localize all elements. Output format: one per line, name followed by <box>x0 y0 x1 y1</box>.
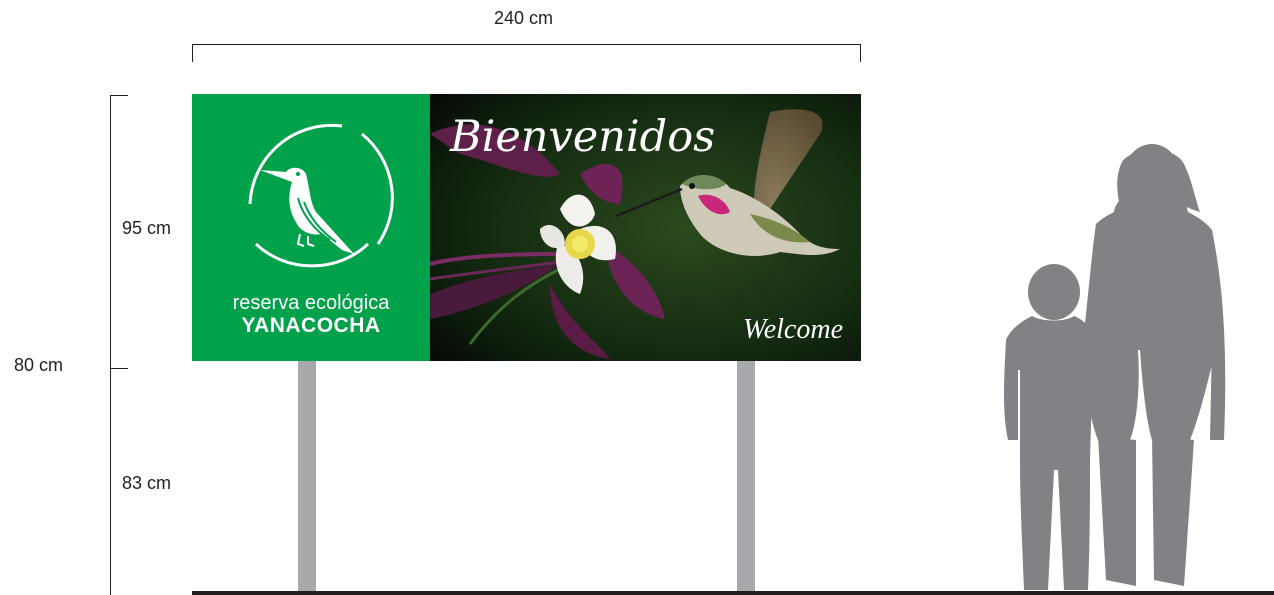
sign-height-dimension-label: 95 cm <box>122 218 172 238</box>
logo-text-line1: reserva ecológica <box>232 292 390 314</box>
sign-board: reserva ecológica YANACOCHA Bienvenidos … <box>192 94 861 361</box>
width-dimension-label: 240 cm <box>494 8 554 28</box>
total-height-dimension-label: 80 cm <box>14 355 64 375</box>
logo-panel: reserva ecológica YANACOCHA <box>192 94 430 361</box>
height-dimension-tick-mid <box>110 368 128 369</box>
logo-text-line2: YANACOCHA <box>241 314 381 337</box>
photo-panel: Bienvenidos Welcome <box>430 94 861 361</box>
left-post <box>298 360 316 592</box>
width-dimension-tick-left <box>192 44 193 62</box>
height-dimension-line <box>110 95 111 595</box>
sign-subtitle: Welcome <box>742 314 843 345</box>
hummingbird-logo-icon <box>248 123 394 268</box>
width-dimension-tick-right <box>860 44 861 62</box>
height-dimension-tick-top <box>110 95 128 96</box>
sign-title: Bienvenidos <box>450 112 716 162</box>
adult-and-child-silhouette <box>1004 144 1226 590</box>
width-dimension-line <box>192 44 861 45</box>
right-post <box>737 360 755 592</box>
post-height-dimension-label: 83 cm <box>122 473 172 493</box>
